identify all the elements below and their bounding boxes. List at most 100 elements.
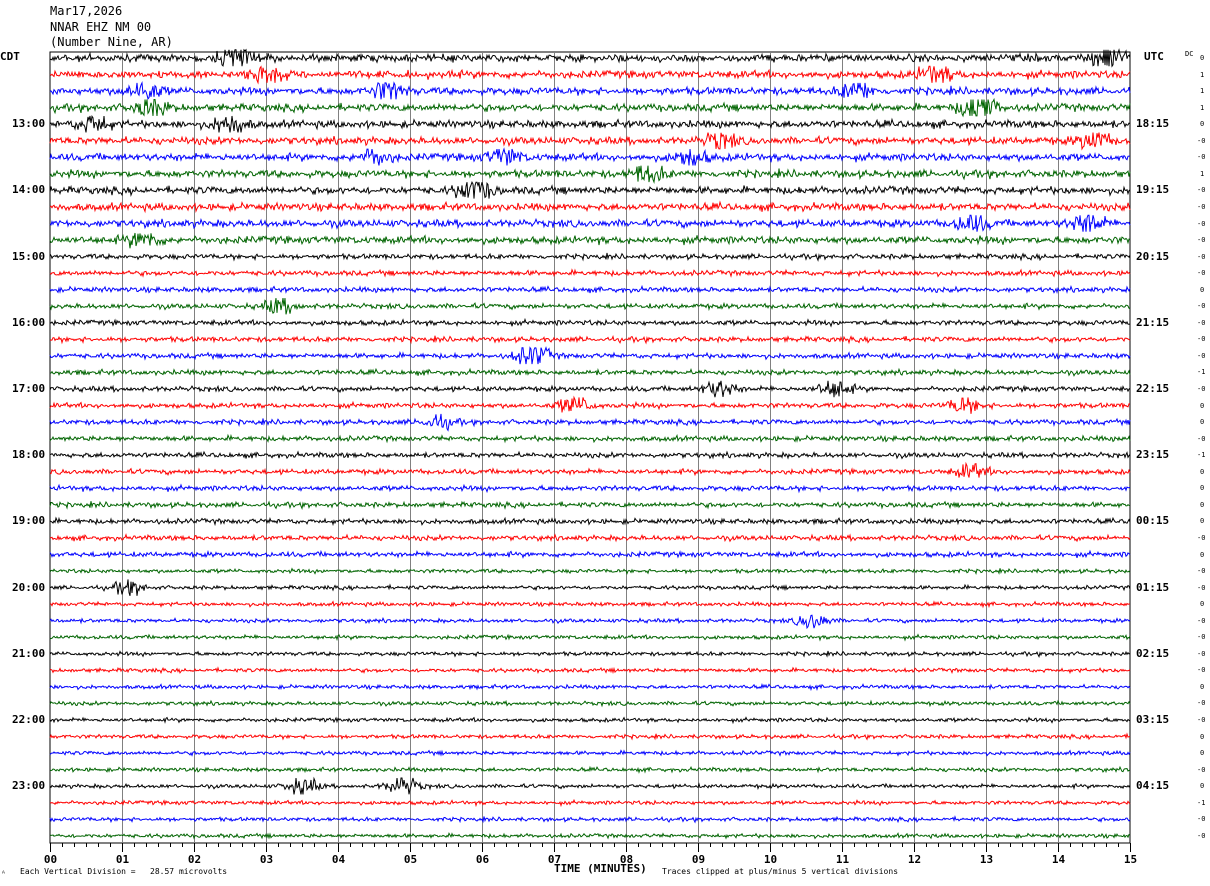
right-hour-label: 00:15: [1136, 514, 1170, 528]
seismic-trace: [49, 214, 1131, 232]
right-hour-label: 04:15: [1136, 779, 1170, 793]
right-hour-label: 19:15: [1136, 183, 1170, 197]
seismic-trace: [49, 633, 1131, 642]
seismic-trace: [49, 483, 1131, 494]
right-timezone-label: UTC: [1144, 50, 1164, 63]
dc-offset-label: -0: [1197, 186, 1206, 195]
seismic-trace: [49, 346, 1131, 365]
dc-offset-label: -0: [1197, 202, 1206, 211]
x-tick-label: 09: [692, 853, 705, 866]
left-hour-label: 23:00: [12, 779, 46, 793]
left-hour-label: 14:00: [12, 183, 46, 197]
seismic-trace: [49, 567, 1131, 575]
seismic-trace: [49, 699, 1131, 708]
dc-offset-label: -0: [1197, 815, 1206, 824]
seismic-trace: [49, 461, 1131, 478]
dc-offset-label: -1: [1197, 451, 1206, 460]
x-tick-label: 10: [764, 853, 777, 866]
seismic-trace: [49, 533, 1131, 543]
chart-station: NNAR EHZ NM 00: [50, 20, 152, 34]
dc-offset-label: -0: [1197, 716, 1206, 724]
seismic-trace: [49, 335, 1131, 345]
dc-offset-label: -0: [1197, 335, 1206, 344]
dc-offset-label: 1: [1200, 87, 1205, 96]
left-timezone-label: CDT: [0, 50, 20, 63]
right-hour-label: 22:15: [1136, 382, 1170, 395]
seismic-trace: [49, 80, 1131, 100]
seismic-trace: [49, 433, 1131, 444]
left-hour-label: 22:00: [12, 713, 46, 726]
helicorder-plot: 00 01 02 03 04 05 06 07 08 09 10 11 12 13 14 15: [44, 48, 1137, 866]
left-hour-label: 15:00: [12, 249, 46, 263]
plot-frame: [49, 51, 1131, 844]
chart-date: Mar17,2026: [50, 4, 123, 18]
x-axis-title: TIME (MINUTES): [554, 862, 647, 875]
seismic-trace: [49, 413, 1131, 432]
dc-offset-label: -0: [1197, 269, 1206, 278]
scale-note: Each Vertical Division = 28.57 microvolt…: [20, 867, 228, 876]
dc-offset-label: 1: [1200, 70, 1205, 79]
dc-offset-label: 1: [1200, 103, 1205, 112]
seismic-trace: [49, 776, 1131, 795]
dc-offset-label: -0: [1197, 666, 1206, 675]
right-hour-label: 20:15: [1136, 249, 1170, 263]
x-tick-label: 02: [188, 853, 201, 866]
seismic-trace: [49, 65, 1131, 85]
seismic-trace: [49, 450, 1131, 460]
left-hour-label: 16:00: [12, 315, 46, 329]
seismic-trace: [49, 666, 1131, 675]
seismic-trace: [49, 832, 1131, 840]
dc-offset-label: 0: [1200, 517, 1205, 526]
dc-offset-label: -0: [1197, 385, 1206, 393]
dc-offset-label: 0: [1200, 732, 1205, 741]
x-tick-label: 05: [404, 853, 417, 866]
dc-offset-label: -0: [1197, 583, 1206, 592]
left-hour-label: 13:00: [12, 117, 46, 131]
seismic-trace: [49, 165, 1131, 185]
dc-offset-label: -0: [1197, 302, 1206, 311]
dc-offset-label: 0: [1200, 418, 1205, 427]
seismic-trace: [49, 284, 1131, 295]
dc-offset-label: -0: [1197, 153, 1206, 162]
seismic-trace: [49, 716, 1131, 725]
seismic-trace: [49, 232, 1131, 249]
right-hour-label: 18:15: [1136, 117, 1170, 131]
dc-offset-label: 1: [1200, 169, 1205, 178]
x-tick-label: 13: [980, 853, 993, 866]
seismic-trace: [49, 650, 1131, 658]
right-hour-label: 21:15: [1136, 315, 1170, 329]
dc-offset-label: 0: [1200, 749, 1205, 758]
seismic-trace: [49, 614, 1131, 630]
dc-offset-label: 0: [1200, 782, 1205, 791]
dc-offset-label: -0: [1197, 567, 1206, 576]
dc-offset-label: -0: [1197, 318, 1206, 327]
right-hour-label: 23:15: [1136, 448, 1170, 462]
seismic-trace: [49, 765, 1131, 774]
seismic-trace: [49, 268, 1131, 278]
dc-offset-label: 0: [1200, 682, 1205, 691]
dc-offset-label: 0: [1200, 600, 1205, 609]
dc-offset-label: 0: [1200, 401, 1205, 410]
dc-offset-label: -0: [1197, 699, 1206, 708]
right-hour-label: 01:15: [1136, 580, 1170, 594]
clip-note: Traces clipped at plus/minus 5 vertical …: [662, 867, 899, 876]
seismic-trace: [49, 147, 1130, 166]
dc-offset-label: -0: [1197, 649, 1206, 658]
seismic-trace: [49, 200, 1131, 214]
seismic-trace: [49, 252, 1131, 262]
dc-label: DC: [1185, 50, 1194, 58]
seismic-trace: [49, 97, 1131, 118]
dc-offset-label: 0: [1200, 500, 1205, 509]
left-hour-label: 19:00: [12, 514, 46, 528]
dc-offset-label: -0: [1197, 633, 1206, 642]
seismic-trace: [49, 516, 1131, 527]
x-tick-label: 14: [1052, 853, 1066, 866]
seismic-trace: [49, 317, 1131, 328]
x-tick-label: 03: [260, 853, 273, 866]
seismic-trace: [49, 380, 1131, 398]
dc-offset-label: -0: [1197, 434, 1206, 443]
corner-mark: ᴬ: [1, 869, 6, 878]
x-tick-label: 06: [476, 853, 490, 866]
dc-offset-label: -0: [1197, 351, 1206, 360]
left-hour-label: 20:00: [12, 580, 46, 594]
